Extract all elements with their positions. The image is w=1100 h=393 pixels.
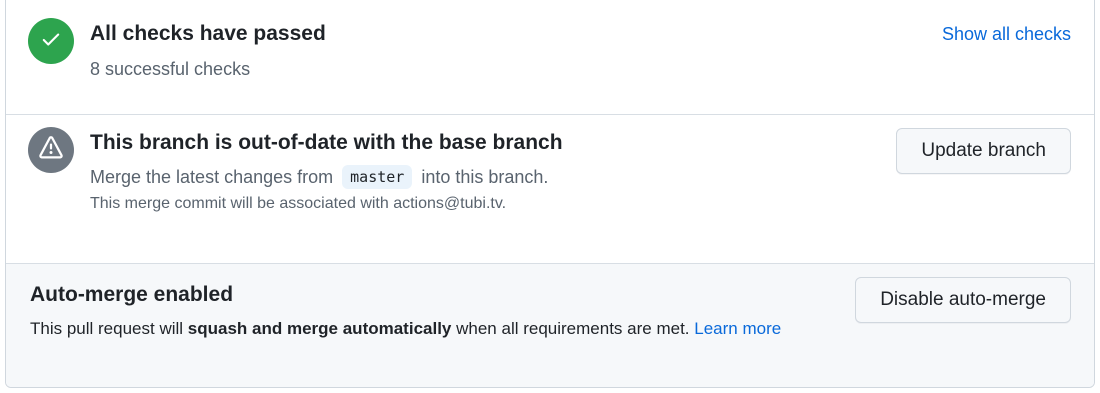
checks-status-badge [28, 18, 74, 64]
auto-merge-section: Auto-merge enabled This pull request wil… [6, 264, 1094, 387]
auto-desc-suffix: when all requirements are met. [456, 319, 690, 338]
disable-auto-merge-button[interactable]: Disable auto-merge [855, 277, 1071, 323]
auto-merge-title: Auto-merge enabled [30, 283, 234, 306]
merge-line-suffix: into this branch. [421, 167, 549, 187]
branch-title: This branch is out-of-date with the base… [90, 131, 563, 154]
auto-merge-description: This pull request will squash and merge … [30, 319, 781, 339]
branch-status-badge [28, 127, 74, 173]
checks-subtitle: 8 successful checks [90, 59, 251, 79]
branch-merge-line: Merge the latest changes from master int… [90, 165, 548, 189]
auto-desc-prefix: This pull request will [30, 319, 184, 338]
alert-icon [39, 135, 63, 165]
update-branch-button[interactable]: Update branch [896, 128, 1071, 174]
merge-status-box: All checks have passed 8 successful chec… [5, 0, 1095, 388]
check-icon [40, 28, 62, 55]
show-all-checks-link[interactable]: Show all checks [942, 24, 1071, 45]
learn-more-link[interactable]: Learn more [694, 319, 781, 338]
auto-desc-method: squash and merge automatically [187, 319, 452, 338]
branch-status-section: This branch is out-of-date with the base… [6, 115, 1094, 264]
base-branch-name: master [342, 165, 413, 189]
checks-title: All checks have passed [90, 22, 326, 45]
merge-commit-note: This merge commit will be associated wit… [90, 195, 507, 212]
merge-line-prefix: Merge the latest changes from [90, 167, 334, 187]
checks-section: All checks have passed 8 successful chec… [6, 8, 1094, 115]
